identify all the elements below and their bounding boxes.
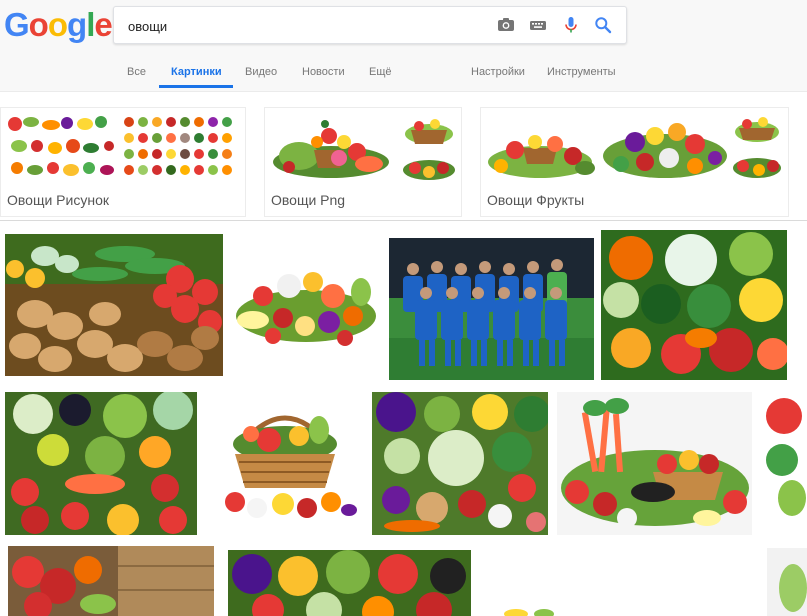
image-result[interactable] xyxy=(389,238,594,380)
related-topic-label: Овощи Фрукты xyxy=(487,192,585,208)
search-input[interactable] xyxy=(126,15,490,37)
tab-video[interactable]: Видео xyxy=(245,66,277,78)
image-result[interactable] xyxy=(5,392,197,535)
related-topic-drawing[interactable]: Овощи Рисунок xyxy=(0,107,246,217)
related-topic-label: Овощи Png xyxy=(271,192,346,208)
image-result[interactable] xyxy=(211,398,359,526)
tab-images[interactable]: Картинки xyxy=(171,66,222,78)
tab-more[interactable]: Ещё xyxy=(369,66,392,78)
microphone-icon[interactable] xyxy=(561,15,581,35)
logo-letter: o xyxy=(47,6,68,43)
active-tab-indicator xyxy=(159,85,233,88)
related-topic-label: Овощи Рисунок xyxy=(7,192,109,208)
keyboard-icon[interactable] xyxy=(528,15,548,35)
related-thumbnail xyxy=(269,112,457,186)
search-tabs: Все Картинки Видео Новости Ещё Настройки… xyxy=(0,60,807,91)
image-result[interactable] xyxy=(557,392,752,535)
image-result[interactable] xyxy=(228,550,471,616)
image-result[interactable] xyxy=(601,230,787,380)
logo-letter: o xyxy=(28,6,49,43)
tab-news[interactable]: Новости xyxy=(302,66,345,78)
logo-letter: e xyxy=(94,6,112,43)
search-box xyxy=(113,6,627,44)
image-result[interactable] xyxy=(762,392,807,522)
logo-letter: l xyxy=(86,6,95,43)
image-result[interactable] xyxy=(372,392,548,535)
image-result[interactable] xyxy=(233,256,379,352)
logo-letter: g xyxy=(67,6,87,43)
tab-tools[interactable]: Инструменты xyxy=(547,66,616,78)
related-thumbnail xyxy=(5,112,241,186)
camera-icon[interactable] xyxy=(496,15,516,35)
related-topic-png[interactable]: Овощи Png xyxy=(264,107,462,217)
image-result[interactable] xyxy=(8,546,214,616)
google-logo[interactable]: Google xyxy=(4,6,113,44)
logo-letter: G xyxy=(4,6,30,43)
related-thumbnail xyxy=(485,112,784,186)
search-icon[interactable] xyxy=(593,15,613,35)
related-topic-fruits[interactable]: Овощи Фрукты xyxy=(480,107,789,217)
header: Google овощи Все Картинки Видео Новости … xyxy=(0,0,807,92)
tab-settings[interactable]: Настройки xyxy=(471,66,525,78)
image-result[interactable] xyxy=(767,548,807,616)
tab-all[interactable]: Все xyxy=(127,66,146,78)
image-result[interactable] xyxy=(486,604,566,616)
divider xyxy=(0,220,807,221)
image-result[interactable] xyxy=(5,234,223,376)
